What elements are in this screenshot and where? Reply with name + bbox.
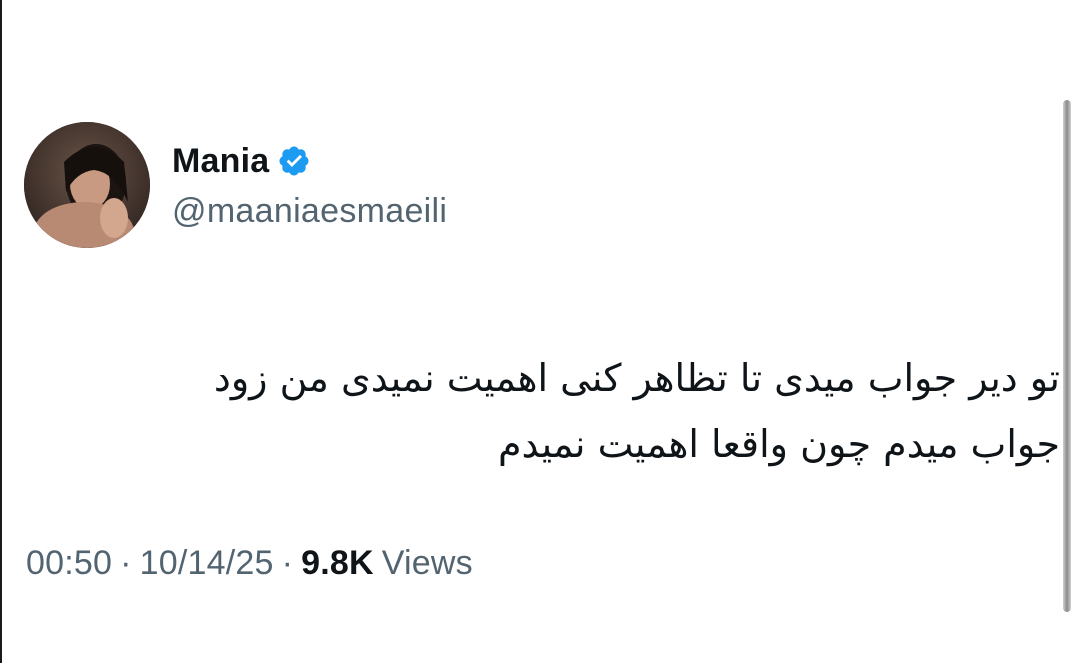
verified-badge-icon — [279, 146, 309, 176]
tweet-time[interactable]: 00:50 — [26, 544, 112, 583]
views-count: 9.8K — [301, 543, 374, 582]
avatar-photo — [24, 122, 150, 248]
author-handle[interactable]: @maaniaesmaeili — [172, 192, 447, 231]
tweet-text-line: جواب میدم چون واقعا اهمیت نمیدم — [498, 422, 1060, 466]
author-display-name[interactable]: Mania — [172, 142, 269, 181]
author-name-row: Mania — [172, 138, 311, 184]
left-edge-border — [0, 0, 2, 663]
scrollbar[interactable] — [1063, 100, 1071, 612]
views-label: Views — [381, 543, 473, 582]
tweet-text: تو دیر جواب میدی تا تظاهر کنی اهمیت نمید… — [60, 345, 1060, 477]
meta-separator: · — [281, 543, 294, 582]
avatar[interactable] — [24, 122, 150, 248]
tweet-metadata: 00:50 · 10/14/25 · 9.8K Views — [26, 540, 473, 586]
tweet-screenshot: Mania @maaniaesmaeili تو دیر جواب میدی ت… — [0, 0, 1080, 663]
tweet-date[interactable]: 10/14/25 — [140, 544, 274, 583]
tweet-text-line: تو دیر جواب میدی تا تظاهر کنی اهمیت نمید… — [213, 356, 1060, 400]
meta-separator: · — [120, 543, 132, 582]
